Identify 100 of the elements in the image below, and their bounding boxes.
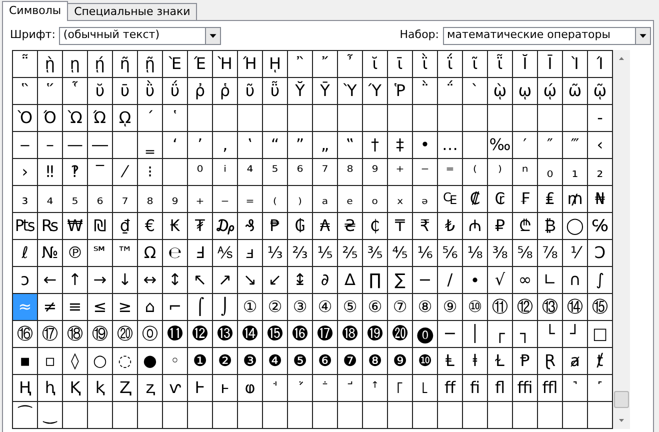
symbol-cell[interactable]: ⓱ — [313, 321, 338, 348]
symbol-cell[interactable]: ῇ — [138, 51, 163, 78]
symbol-cell[interactable]: Ɽ — [538, 348, 563, 375]
symbol-cell[interactable]: ⁼ — [438, 159, 463, 186]
symbol-cell[interactable]: ₾ — [513, 213, 538, 240]
symbol-cell[interactable]: ₇ — [113, 186, 138, 213]
symbol-cell[interactable]: ῠ — [88, 78, 113, 105]
symbol-cell[interactable]: Ⱬ — [113, 375, 138, 402]
symbol-cell[interactable]: ₦ — [588, 186, 613, 213]
symbol-cell[interactable]: ῂ — [38, 51, 63, 78]
symbol-cell[interactable]: ⱶ — [213, 375, 238, 402]
symbol-cell[interactable]: ` — [463, 78, 488, 105]
symbol-cell[interactable]: ∙ — [463, 267, 488, 294]
symbol-cell[interactable]: ‟ — [338, 132, 363, 159]
symbol-cell[interactable]: ˹ — [588, 375, 613, 402]
symbol-cell[interactable]: ┌ — [488, 321, 513, 348]
symbol-cell[interactable]: ‴ — [563, 132, 588, 159]
symbol-cell[interactable]: ⅛ — [463, 240, 488, 267]
symbol-cell[interactable]: └ — [538, 321, 563, 348]
symbol-cell[interactable]: № — [38, 240, 63, 267]
symbol-cell[interactable]: Ⱡ — [438, 348, 463, 375]
symbol-cell[interactable]: ◯ — [563, 213, 588, 240]
symbol-cell[interactable]: ⁝ — [138, 159, 163, 186]
symbol-cell[interactable]: ₪ — [88, 213, 113, 240]
symbol-cell[interactable]: Ύ — [363, 78, 388, 105]
symbol-cell[interactable]: ꜛ — [363, 375, 388, 402]
symbol-cell[interactable]: ῾ — [163, 105, 188, 132]
symbol-cell[interactable]: Ⱨ — [13, 375, 38, 402]
symbol-cell[interactable]: ₯ — [213, 213, 238, 240]
symbol-cell[interactable]: Ῐ — [513, 51, 538, 78]
symbol-cell[interactable]: ₑ — [338, 186, 363, 213]
symbol-cell[interactable]: ◦ — [163, 348, 188, 375]
symbol-cell[interactable]: ┐ — [513, 321, 538, 348]
symbol-cell[interactable]: ⁷ — [313, 159, 338, 186]
symbol-cell[interactable]: ‽ — [63, 159, 88, 186]
symbol-cell[interactable]: ₅ — [63, 186, 88, 213]
symbol-cell[interactable]: ⱦ — [588, 348, 613, 375]
symbol-cell[interactable]: ₸ — [388, 213, 413, 240]
symbol-cell[interactable]: ⁰ — [188, 159, 213, 186]
symbol-cell[interactable]: ○ — [88, 348, 113, 375]
symbol-cell[interactable]: ₭ — [163, 213, 188, 240]
symbol-cell[interactable]: ↖ — [188, 267, 213, 294]
symbol-cell[interactable]: ↔ — [138, 267, 163, 294]
symbol-cell[interactable]: ₨ — [38, 213, 63, 240]
symbol-cell[interactable]: ⁀ — [13, 402, 38, 429]
symbol-cell[interactable]: ⅔ — [288, 240, 313, 267]
symbol-cell[interactable]: Ῠ — [288, 78, 313, 105]
symbol-cell[interactable]: ‘ — [163, 132, 188, 159]
symbol-cell[interactable]: ▫ — [38, 348, 63, 375]
symbol-cell[interactable]: ﬁ — [463, 375, 488, 402]
symbol-cell[interactable]: ⌂ — [138, 294, 163, 321]
symbol-cell[interactable]: ⅎ — [238, 240, 263, 267]
symbol-cell[interactable]: ∆ — [338, 267, 363, 294]
symbol-cell[interactable]: Ό — [38, 105, 63, 132]
symbol-cell[interactable]: ∫ — [588, 267, 613, 294]
symbol-cell[interactable]: ⱡ — [463, 348, 488, 375]
symbol-cell[interactable]: ↓ — [113, 267, 138, 294]
symbol-cell[interactable]: ₍ — [263, 186, 288, 213]
symbol-cell[interactable]: Ω — [138, 240, 163, 267]
symbol-cell[interactable]: ™ — [113, 240, 138, 267]
symbol-cell[interactable]: ⁿ — [513, 159, 538, 186]
symbol-cell[interactable]: ⑥ — [363, 294, 388, 321]
symbol-cell[interactable]: ④ — [313, 294, 338, 321]
symbol-cell[interactable]: ⑬ — [538, 294, 563, 321]
symbol-cell[interactable]: ” — [288, 132, 313, 159]
symbol-cell[interactable]: ❽ — [363, 348, 388, 375]
symbol-cell[interactable]: Ὼ — [63, 105, 88, 132]
symbol-cell[interactable]: ↕ — [163, 267, 188, 294]
symbol-cell[interactable]: ∕ — [438, 267, 463, 294]
symbol-cell[interactable]: ₃ — [13, 186, 38, 213]
symbol-cell[interactable]: ⁸ — [338, 159, 363, 186]
symbol-cell[interactable]: ‐ — [588, 105, 613, 132]
symbol-cell[interactable]: ❸ — [238, 348, 263, 375]
symbol-cell[interactable]: ⑪ — [488, 294, 513, 321]
symbol-cell[interactable]: ⓴ — [388, 321, 413, 348]
dropdown-field[interactable]: (обычный текст) — [59, 26, 222, 44]
symbol-cell[interactable]: ⑮ — [588, 294, 613, 321]
symbol-cell[interactable]: Ὴ — [213, 51, 238, 78]
symbol-cell[interactable]: ⓰ — [288, 321, 313, 348]
symbol-cell[interactable]: ⁵ — [263, 159, 288, 186]
symbol-cell[interactable]: ꜘ — [288, 375, 313, 402]
symbol-cell[interactable]: ℓ — [13, 240, 38, 267]
symbol-cell[interactable]: Ⅎ — [188, 240, 213, 267]
symbol-cell[interactable]: ₒ — [363, 186, 388, 213]
symbol-cell[interactable]: “ — [263, 132, 288, 159]
symbol-cell[interactable]: ῶ — [563, 78, 588, 105]
symbol-cell[interactable]: ﬄ — [538, 375, 563, 402]
symbol-cell[interactable]: ⁱ — [213, 159, 238, 186]
symbol-cell[interactable]: ₩ — [63, 213, 88, 240]
symbol-cell[interactable]: Ὶ — [563, 51, 588, 78]
symbol-cell[interactable]: ↄ — [13, 267, 38, 294]
symbol-cell[interactable]: ΅ — [438, 78, 463, 105]
symbol-cell[interactable]: Ή — [238, 51, 263, 78]
symbol-cell[interactable]: ℠ — [88, 240, 113, 267]
symbol-cell[interactable]: ₠ — [438, 186, 463, 213]
symbol-cell[interactable]: ⅓ — [263, 240, 288, 267]
symbol-cell[interactable]: ⑦ — [388, 294, 413, 321]
symbol-cell[interactable]: — — [63, 132, 88, 159]
symbol-cell[interactable]: ‡ — [388, 132, 413, 159]
symbol-cell[interactable]: ₐ — [313, 186, 338, 213]
